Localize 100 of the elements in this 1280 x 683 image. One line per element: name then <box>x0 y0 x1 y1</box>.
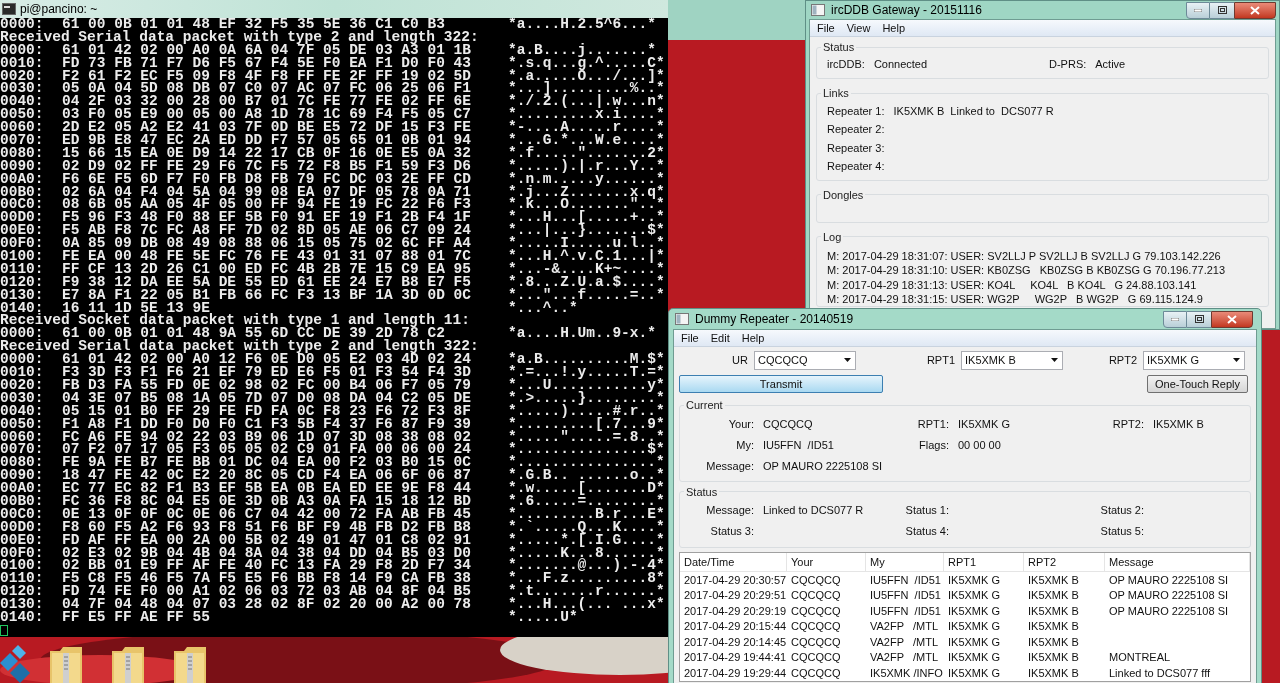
zip-folder-icon[interactable] <box>172 645 208 683</box>
zip-folder-icon[interactable] <box>48 645 84 683</box>
ascii-text: *...............$* <box>508 443 665 457</box>
status-label: Message: <box>706 503 754 519</box>
log-line: M: 2017-04-29 18:31:07: USER: SV2LLJ P SV2LLJ B SV2LLJ G 79.103.142.226 <box>827 248 1221 264</box>
menu-item[interactable]: View <box>841 22 876 34</box>
byte-offset: 0000: <box>0 43 44 57</box>
column-header[interactable]: RPT2 <box>1024 553 1105 571</box>
terminal-icon <box>2 3 16 15</box>
hex-bytes: 07 F2 07 17 05 F3 05 05 02 C9 01 FA 00 06 00 24 <box>62 443 471 457</box>
byte-offset: 00C0: <box>0 507 44 521</box>
table-cell: OP MAURO 2225108 SI <box>1109 573 1229 586</box>
maximize-icon <box>1217 6 1227 14</box>
table-cell: CQCQCQ <box>791 573 841 586</box>
byte-offset: 0020: <box>0 69 44 83</box>
field-label: Message: <box>706 458 754 474</box>
table-cell: IK5XMK B <box>1028 604 1079 617</box>
log-message: Received Serial data packet with type 2 and length 322: <box>0 28 479 45</box>
window-icon <box>675 313 689 325</box>
menu-item[interactable]: Help <box>877 22 910 34</box>
log-line: M: 2017-04-29 18:31:10: USER: KB0ZSG KB0ZSG B KB0ZSG G 70.196.77.213 <box>827 263 1226 279</box>
close-button[interactable] <box>1234 1 1276 19</box>
minimize-icon <box>1171 317 1179 321</box>
table-cell: IK5XMK G <box>948 573 1000 586</box>
byte-offset: 0060: <box>0 430 44 444</box>
ascii-text: *...H.^.v.C.1...|* <box>508 250 665 263</box>
ascii-text: *.`.....Q...K....* <box>508 520 665 534</box>
table-cell: IK5XMK G <box>948 589 1000 601</box>
byte-offset: 0050: <box>0 108 44 122</box>
caret-icon <box>1051 358 1058 362</box>
byte-offset: 00B0: <box>0 494 44 508</box>
menu-item[interactable]: Edit <box>705 332 735 344</box>
ascii-text: *.....U* <box>508 610 578 624</box>
ascii-text: *.6.....=........* <box>508 494 665 508</box>
hex-bytes: 04 2F 03 32 00 28 00 B7 01 7C FE 77 FE 02 FF 6E <box>62 95 471 109</box>
status-label: Status 1: <box>905 503 949 519</box>
ascii-text: *...^..* <box>508 301 578 315</box>
column-header[interactable]: RPT1 <box>944 553 1024 571</box>
byte-offset: 00E0: <box>0 224 44 238</box>
byte-offset: 0010: <box>0 56 44 70</box>
hex-bytes: ED 9B E8 47 EC 2A ED DD F7 57 05 65 01 0B 01 94 <box>62 134 471 147</box>
close-icon <box>1227 314 1237 324</box>
dropdown[interactable]: IK5XMK B <box>961 350 1063 370</box>
menu-item[interactable]: Help <box>736 332 770 344</box>
ascii-text: *...G.*...W.e....* <box>508 134 665 147</box>
hex-bytes: F2 61 F2 EC F5 09 F8 4F F8 FF FE 2F FF 19 02 5D <box>62 69 471 83</box>
table-cell: IK5XMK B <box>1028 573 1079 586</box>
repeater-label: Repeater 3: <box>827 140 885 156</box>
byte-offset: 0060: <box>0 121 44 135</box>
hex-bytes: FB D3 FA 55 FD 0E 02 98 02 FC 00 B4 06 F7 05 79 <box>62 378 471 392</box>
ascii-text: *.=...!.y.....T.=* <box>508 366 665 379</box>
table-cell: 2017-04-29 20:14:45 <box>684 635 787 648</box>
selector-label: RPT2 <box>1108 352 1137 368</box>
field-label: Flags: <box>919 437 949 453</box>
menu-item[interactable]: File <box>676 332 704 344</box>
group-label: Status <box>685 484 719 500</box>
hex-bytes: 61 01 42 02 00 A0 12 F6 0E D0 05 E2 03 4D 02 24 <box>62 353 471 367</box>
table-cell: 2017-04-29 20:30:57 <box>684 573 787 586</box>
transmit-button[interactable]: Transmit <box>679 375 883 393</box>
byte-offset: 0120: <box>0 275 44 289</box>
column-header[interactable]: Date/Time <box>680 553 787 571</box>
ascii-text: *...-&....K+~....* <box>508 262 665 276</box>
byte-offset: 00C0: <box>0 198 44 212</box>
dropdown[interactable]: IK5XMK G <box>1143 350 1245 370</box>
repeater-label: Repeater 1: <box>827 103 885 119</box>
column-header[interactable]: Message <box>1105 553 1250 571</box>
ascii-text: *a.B....j.......* <box>508 43 656 57</box>
byte-offset: 0040: <box>0 404 44 418</box>
hex-bytes: 0A 85 09 DB 08 49 08 88 06 15 05 75 02 6C FF A4 <box>62 237 471 251</box>
hex-bytes: 2D E2 05 A2 E2 41 03 7F 0D BE E5 72 DF 15 F3 FE <box>62 121 471 135</box>
byte-offset: 0040: <box>0 95 44 109</box>
ascii-text: *...].........%..* <box>508 82 665 96</box>
table-cell: OP MAURO 2225108 SI <box>1109 604 1229 617</box>
table-cell: CQCQCQ <box>791 635 841 648</box>
ascii-text: *.w.....[.......D* <box>508 482 665 495</box>
byte-offset: 0110: <box>0 262 44 276</box>
selector-label: UR <box>732 352 748 368</box>
table-cell: VA2FP /MTL <box>870 635 939 648</box>
menu-item[interactable]: File <box>812 22 840 34</box>
table-cell: IU5FFN /ID51 <box>870 604 941 617</box>
maximize-button[interactable] <box>1210 1 1234 19</box>
field-label: My: <box>736 437 754 453</box>
byte-offset: 00A0: <box>0 172 44 186</box>
dropdown[interactable]: CQCQCQ <box>754 350 856 370</box>
table-cell: IK5XMK G <box>948 666 1000 679</box>
column-header[interactable]: Your <box>787 553 866 571</box>
hex-bytes: 04 3E 07 B5 08 1A 05 7D 07 D0 08 DA 04 C2 05 DE <box>62 391 471 405</box>
byte-offset: 00A0: <box>0 482 44 495</box>
repeater-label: Repeater 4: <box>827 159 885 174</box>
close-button[interactable] <box>1211 310 1253 328</box>
table-cell: IK5XMK G <box>948 620 1000 632</box>
byte-offset: 0070: <box>0 443 44 457</box>
zip-folder-icon[interactable] <box>110 645 146 683</box>
hex-bytes: 02 D9 02 FF FE 29 F6 7C F5 72 F8 B5 F1 59 F3 D6 <box>62 159 471 173</box>
column-header[interactable]: My <box>866 553 944 571</box>
reply-button[interactable]: One-Touch Reply <box>1147 375 1248 393</box>
status-value: Connected <box>873 56 928 72</box>
ascii-text: *..."...f.....=..* <box>508 288 665 302</box>
maximize-button[interactable] <box>1187 310 1211 328</box>
table-cell: CQCQCQ <box>791 651 841 663</box>
